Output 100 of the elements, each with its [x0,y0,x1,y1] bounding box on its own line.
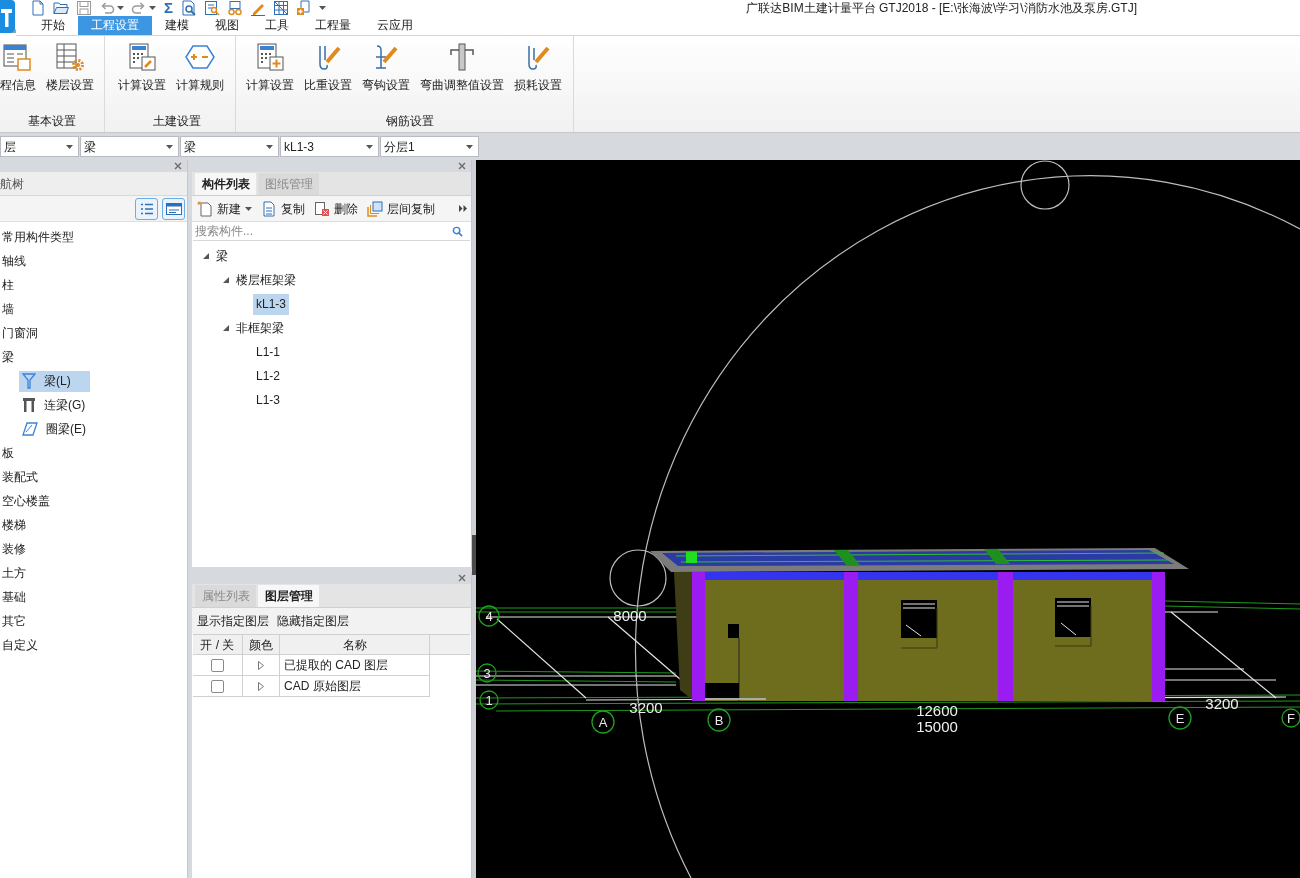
toolbar-button[interactable]: 删除 [314,199,358,218]
caret-icon[interactable] [117,6,124,10]
tree-item[interactable]: 空心楼盖 [0,490,52,512]
delete-document-icon[interactable] [314,200,330,217]
document-add-icon[interactable] [296,0,312,16]
caret-icon[interactable] [245,206,252,211]
toolbar-button[interactable]: 显示指定图层 [197,612,269,630]
tree-item[interactable]: kL1-3 [253,293,290,315]
ribbon-button[interactable]: 弯钩设置 [362,42,410,92]
tree-item[interactable]: 基础 [0,586,28,608]
caret-icon[interactable] [149,6,156,10]
tree-item[interactable]: 柱 [0,274,16,296]
checkbox[interactable] [211,658,224,672]
caret-icon[interactable] [66,144,73,149]
search-icon[interactable] [452,225,463,237]
tree-item[interactable]: L1-3 [253,389,284,411]
tree-item[interactable]: 轴线 [0,250,28,272]
close-icon[interactable] [458,574,466,582]
ribbon-tab[interactable]: 工程量 [302,16,364,35]
ribbon-button[interactable]: 比重设置 [304,42,352,92]
toolbar-button[interactable]: 隐藏指定图层 [277,612,349,630]
open-folder-icon[interactable] [53,0,69,16]
tree-item[interactable]: 圈梁(E) [19,418,105,440]
caret-icon[interactable] [366,144,373,149]
save-icon[interactable] [76,0,92,16]
copy-document-icon[interactable] [261,200,277,217]
gate-beam-icon[interactable] [22,397,36,413]
new-document-icon[interactable] [197,200,213,217]
ribbon-button[interactable]: 计算设置 [246,42,294,92]
caret-icon[interactable] [319,6,326,10]
tree-item[interactable]: 土方 [0,562,28,584]
tree-item[interactable]: 梁(L) [19,370,90,392]
table-document-icon[interactable] [3,42,33,72]
ribbon-button[interactable]: 损耗设置 [514,42,562,92]
tree-item[interactable]: 板 [0,442,16,464]
stacked-squares-icon[interactable] [367,200,383,217]
ribbon-button[interactable]: 计算设置 [118,42,166,92]
tree-item[interactable]: 非框架梁 [233,317,287,339]
splitter-handle[interactable] [472,535,476,575]
grid-table-icon[interactable] [273,0,289,16]
panel-tab[interactable]: 图层管理 [258,585,319,607]
tree-item[interactable]: 梁 [213,245,231,267]
dropdown[interactable]: 层 [0,136,79,157]
ribbon-button[interactable]: 计算规则 [176,42,224,92]
table-gear-icon[interactable] [55,42,85,72]
tree-item[interactable]: 楼层框架梁 [233,269,299,291]
caret-icon[interactable] [166,144,173,149]
hexagon-plus-minus-icon[interactable] [185,42,215,72]
tree-item[interactable]: L1-2 [253,365,284,387]
document-zoom-icon[interactable] [204,0,220,16]
tree-item[interactable]: 梁 [0,346,16,368]
tree-item[interactable]: 连梁(G) [19,394,105,416]
ribbon-button[interactable]: 楼层设置 [46,42,94,92]
close-icon[interactable] [458,162,466,170]
toolbar-button[interactable]: 新建 [197,199,252,218]
ribbon-tab[interactable]: 工具 [252,16,302,35]
tree-item[interactable]: 其它 [0,610,28,632]
toolbar-button[interactable]: 复制 [261,199,305,218]
tree-item[interactable]: 楼梯 [0,514,28,536]
expanded-triangle-icon[interactable] [223,277,229,283]
column-icon[interactable] [447,42,477,72]
expanded-triangle-icon[interactable] [223,325,229,331]
parallelogram-beam-icon[interactable] [22,422,38,436]
tree-item[interactable]: 装修 [0,538,28,560]
tree-item[interactable]: 门窗洞 [0,322,40,344]
funnel-beam-icon[interactable] [22,373,36,389]
dropdown[interactable]: 梁 [80,136,179,157]
toolbar-button[interactable]: 层间复制 [367,199,435,218]
app-logo-icon[interactable] [0,0,16,34]
ribbon-button[interactable]: 弯曲调整值设置 [420,42,504,92]
glasses-document-icon[interactable] [227,0,243,16]
list-icon[interactable] [139,202,154,215]
new-document-icon[interactable] [30,0,46,16]
ribbon-tab[interactable]: 云应用 [364,16,426,35]
ribbon-tab[interactable]: 开始 [28,16,78,35]
double-arrow-icon[interactable] [459,205,467,212]
close-icon[interactable] [174,162,182,170]
calculator-wrench-icon[interactable] [127,42,157,72]
expanded-triangle-icon[interactable] [203,253,209,259]
ribbon-button[interactable]: 程信息 [0,42,36,92]
ribbon-tab[interactable]: 建模 [152,16,202,35]
window-icon[interactable] [165,202,182,215]
collapsed-triangle-icon[interactable] [258,681,264,691]
tree-item[interactable]: 墙 [0,298,16,320]
collapsed-triangle-icon[interactable] [258,660,264,670]
panel-view-button[interactable] [162,197,185,220]
tree-item[interactable]: 常用构件类型 [0,226,76,248]
panel-tab[interactable]: 构件列表 [195,173,256,195]
document-search-icon[interactable] [181,0,197,16]
calculator-plus-icon[interactable] [255,42,285,72]
sum-button[interactable]: Σ [163,0,174,16]
caret-icon[interactable] [466,144,473,149]
dropdown[interactable]: 梁 [180,136,279,157]
dropdown[interactable]: kL1-3 [280,136,379,157]
tree-item[interactable]: 装配式 [0,466,40,488]
model-viewport[interactable]: A B E F 4 3 1 8000 3200 12600 15000 3200 [476,160,1300,878]
tree-item[interactable]: L1-1 [253,341,284,363]
dropdown[interactable]: 分层1 [380,136,479,157]
tree-item[interactable]: 自定义 [0,634,40,656]
caret-icon[interactable] [266,144,273,149]
